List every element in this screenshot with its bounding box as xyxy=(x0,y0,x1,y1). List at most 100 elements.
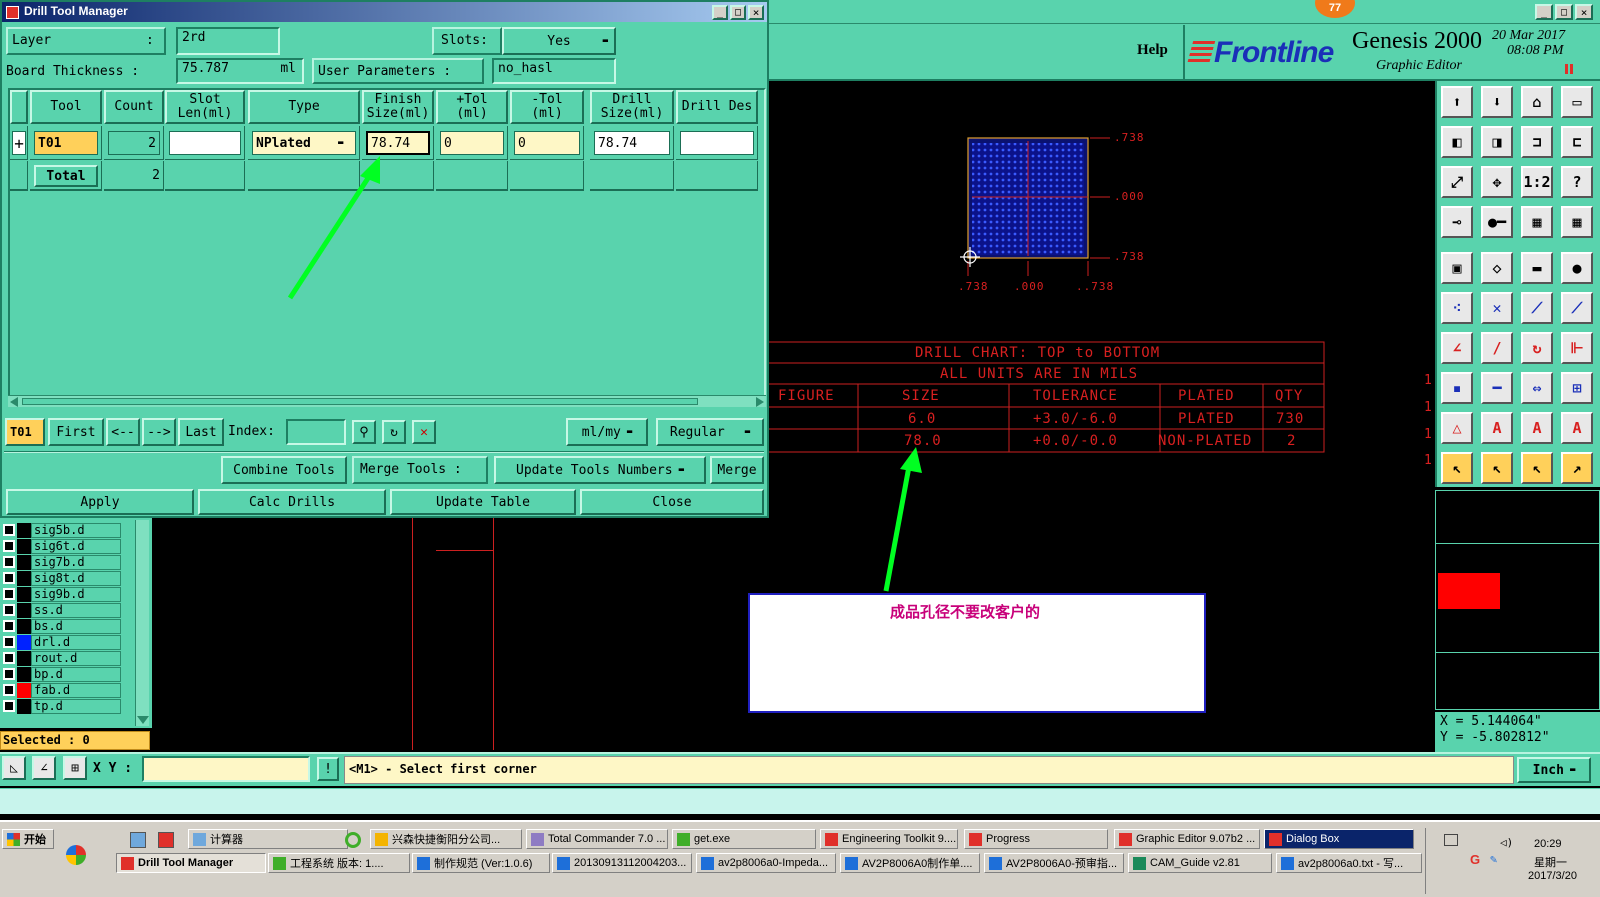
layer-checkbox[interactable] xyxy=(3,684,15,696)
close-button[interactable]: Close xyxy=(580,489,764,515)
column-header-1[interactable]: Tool xyxy=(30,90,102,124)
prev-button[interactable]: <-- xyxy=(106,418,140,446)
column-header-4[interactable]: Type xyxy=(248,90,360,124)
editor-minimize-button[interactable]: _ xyxy=(1535,4,1553,20)
slot-len-input[interactable] xyxy=(169,131,241,155)
layer-checkbox[interactable] xyxy=(3,604,15,616)
layer-row[interactable]: bp.d xyxy=(3,666,121,682)
minus-tol-input[interactable]: 0 xyxy=(514,131,580,155)
rotate-shape-icon[interactable]: ◇ xyxy=(1481,252,1513,284)
measure-icon[interactable]: ⊸ xyxy=(1441,206,1473,238)
layer-row[interactable]: sig9b.d xyxy=(3,586,121,602)
regular-dropdown[interactable]: Regular ▬ xyxy=(656,418,764,446)
bottom-view-icon[interactable]: ⬇ xyxy=(1481,86,1513,118)
pdf-icon[interactable] xyxy=(158,832,174,848)
zoom-center-icon[interactable]: ✥ xyxy=(1481,166,1513,198)
layer-row[interactable]: rout.d xyxy=(3,650,121,666)
layer-compare-icon[interactable]: ▦ xyxy=(1521,206,1553,238)
column-header-3[interactable]: Slot Len(ml) xyxy=(165,90,245,124)
column-header-2[interactable]: Count xyxy=(104,90,164,124)
combine-tools-button[interactable]: Combine Tools xyxy=(221,456,347,484)
angle-icon[interactable]: ∠ xyxy=(32,756,56,780)
board-thickness-input[interactable]: 75.787 ml xyxy=(176,58,304,84)
probe-icon[interactable]: ●━ xyxy=(1481,206,1513,238)
scroll-right-icon[interactable] xyxy=(756,397,764,407)
snap-icon[interactable]: ◺ xyxy=(2,756,26,780)
taskbar-item[interactable]: Dialog Box xyxy=(1264,829,1414,849)
layer-row[interactable]: sig7b.d xyxy=(3,554,121,570)
tool-cell[interactable]: T01 xyxy=(34,131,98,155)
taskbar-item[interactable]: get.exe xyxy=(672,829,816,849)
layer-checkbox[interactable] xyxy=(3,652,15,664)
column-header-9[interactable]: Drill Des xyxy=(676,90,758,124)
layer-merge-icon[interactable]: ▦ xyxy=(1561,206,1593,238)
layer-checkbox[interactable] xyxy=(3,668,15,680)
taskbar-item[interactable]: Total Commander 7.0 ... xyxy=(526,829,668,849)
drill-des-input[interactable] xyxy=(680,131,754,155)
ruler-icon[interactable]: ▬ xyxy=(1521,252,1553,284)
layer-scrollbar[interactable] xyxy=(135,520,149,726)
column-header-5[interactable]: Finish Size(ml) xyxy=(362,90,434,124)
layer-row[interactable]: fab.d xyxy=(3,682,121,698)
layer-checkbox[interactable] xyxy=(3,540,15,552)
square-node-icon[interactable]: ▪ xyxy=(1441,372,1473,404)
last-button[interactable]: Last xyxy=(178,418,224,446)
ie-icon[interactable] xyxy=(345,832,361,848)
taskbar-item[interactable]: av2p8006a0-Impeda... xyxy=(696,853,836,873)
scroll-thumb[interactable] xyxy=(22,398,698,405)
connect-nodes-icon[interactable]: ⁖ xyxy=(1441,292,1473,324)
pad-icon[interactable]: ▣ xyxy=(1441,252,1473,284)
flip-icon[interactable]: ⊏ xyxy=(1561,126,1593,158)
calculator-icon[interactable] xyxy=(130,832,146,848)
merge-button[interactable]: Merge xyxy=(710,456,764,484)
scroll-down-icon[interactable] xyxy=(137,716,149,724)
angle-line-icon[interactable]: ∠ xyxy=(1441,332,1473,364)
taskbar-item[interactable]: Engineering Toolkit 9.... xyxy=(820,829,958,849)
layer-row[interactable]: bs.d xyxy=(3,618,121,634)
top-view-icon[interactable]: ⬆ xyxy=(1441,86,1473,118)
apply-button[interactable]: Apply xyxy=(6,489,194,515)
layer-row[interactable]: sig8t.d xyxy=(3,570,121,586)
taskbar-item[interactable]: Progress xyxy=(964,829,1108,849)
fit-icon[interactable]: ▭ xyxy=(1561,86,1593,118)
pan-right-icon[interactable]: ◨ xyxy=(1481,126,1513,158)
layer-checkbox[interactable] xyxy=(3,700,15,712)
taskbar-item[interactable]: AV2P8006A0-预审指... xyxy=(984,853,1124,873)
taskbar-item[interactable]: av2p8006a0.txt - 写... xyxy=(1276,853,1422,873)
help-menu[interactable]: Help xyxy=(1137,42,1168,59)
table-h-scrollbar[interactable] xyxy=(8,395,766,407)
arc-icon[interactable]: ↻ xyxy=(1521,332,1553,364)
editor-maximize-button[interactable]: □ xyxy=(1555,4,1573,20)
calc-drills-button[interactable]: Calc Drills xyxy=(198,489,386,515)
taskbar-item[interactable]: 20130913112004203... xyxy=(552,853,692,873)
next-button[interactable]: --> xyxy=(142,418,176,446)
cross-icon[interactable]: ✕ xyxy=(1481,292,1513,324)
layer-value[interactable]: 2rd xyxy=(176,27,280,55)
help-icon[interactable]: ? xyxy=(1561,166,1593,198)
layer-row[interactable]: ss.d xyxy=(3,602,121,618)
pointer-box-icon[interactable]: ↖ xyxy=(1481,452,1513,484)
taskbar-item[interactable]: 兴森快捷衡阳分公司... xyxy=(370,829,522,849)
mirror-icon[interactable]: ⊐ xyxy=(1521,126,1553,158)
triangle-a-icon[interactable]: A xyxy=(1481,412,1513,444)
dialog-minimize-button[interactable]: _ xyxy=(712,5,728,20)
layer-row[interactable]: sig5b.d xyxy=(3,522,121,538)
units-mode-dropdown[interactable]: ml/my ▬ xyxy=(566,418,648,446)
triangle-icon[interactable]: △ xyxy=(1441,412,1473,444)
layer-checkbox[interactable] xyxy=(3,572,15,584)
pointer-icon[interactable]: ↖ xyxy=(1441,452,1473,484)
scroll-left-icon[interactable] xyxy=(10,397,18,407)
layer-checkbox[interactable] xyxy=(3,636,15,648)
taskbar-item[interactable]: Graphic Editor 9.07b2 ... xyxy=(1114,829,1260,849)
search-tool-icon[interactable]: ⚲ xyxy=(352,420,376,444)
start-button[interactable]: 开始 xyxy=(2,829,54,849)
taskbar-item[interactable]: 制作规范 (Ver:1.0.6) xyxy=(412,853,550,873)
update-tools-numbers-dropdown[interactable]: Update Tools Numbers ▬ xyxy=(494,456,706,484)
group-icon[interactable]: ⊞ xyxy=(1561,372,1593,404)
layer-checkbox[interactable] xyxy=(3,620,15,632)
taskbar-item[interactable]: Drill Tool Manager xyxy=(116,853,266,873)
dot-icon[interactable]: ● xyxy=(1561,252,1593,284)
dialog-close-button[interactable]: × xyxy=(748,5,764,20)
layer-checkbox[interactable] xyxy=(3,524,15,536)
triangle-a3-icon[interactable]: A xyxy=(1561,412,1593,444)
